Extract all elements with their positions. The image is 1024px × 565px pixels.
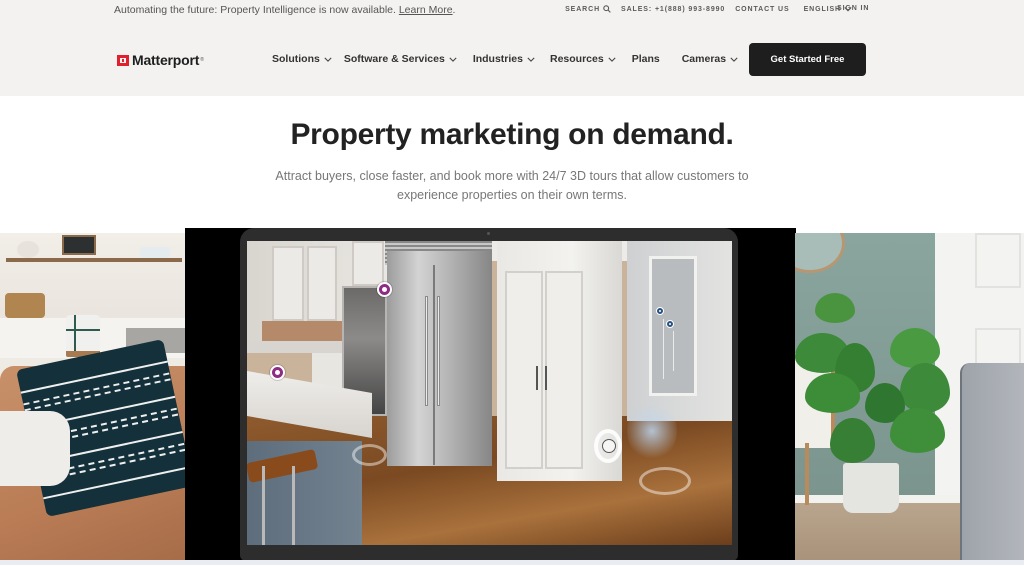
- tag-hotspot[interactable]: [377, 282, 392, 297]
- announcement-banner: Automating the future: Property Intellig…: [114, 4, 455, 16]
- nav-label: Cameras: [681, 53, 727, 65]
- chevron-down-icon: [324, 57, 332, 62]
- leaf: [890, 408, 945, 453]
- floor-reflection: [627, 401, 677, 461]
- navigation-point[interactable]: [352, 444, 387, 466]
- utility-bar: Automating the future: Property Intellig…: [0, 0, 1024, 20]
- registered-mark: ®: [200, 57, 204, 63]
- knit-throw: [0, 411, 70, 486]
- vase: [17, 241, 39, 258]
- nav-item-software-services[interactable]: Software & Services: [344, 53, 457, 65]
- pantry-handle: [536, 366, 538, 390]
- leaf: [815, 293, 855, 323]
- tag-hotspot[interactable]: [666, 320, 674, 328]
- pitcher: [66, 315, 100, 357]
- leaf: [890, 328, 940, 368]
- plant-room-image: [795, 233, 1024, 562]
- main-header: Matterport ® Solutions Software & Service…: [0, 20, 1024, 96]
- cabinet-door: [352, 241, 384, 286]
- search-label: SEARCH: [565, 5, 601, 13]
- hotspot-stem: [673, 331, 674, 371]
- pantry-door: [545, 271, 583, 469]
- chevron-down-icon: [449, 57, 457, 62]
- nav-item-resources[interactable]: Resources: [550, 53, 616, 65]
- get-started-free-button[interactable]: Get Started Free: [749, 43, 866, 76]
- door-panel: [975, 233, 1021, 288]
- tag-hotspot[interactable]: [656, 307, 664, 315]
- nav-item-plans[interactable]: Plans: [632, 53, 660, 65]
- fridge-handle: [425, 296, 428, 406]
- cabinet-door: [272, 246, 304, 321]
- cabinet-door: [307, 246, 337, 321]
- table-leg: [805, 443, 809, 505]
- utility-links: SEARCH SALES: +1(888) 993-8990 CONTACT U…: [565, 5, 866, 13]
- living-room-image: [0, 233, 186, 562]
- chevron-down-icon: [730, 57, 738, 62]
- search-icon: [603, 5, 611, 13]
- nav-item-solutions[interactable]: Solutions: [272, 53, 332, 65]
- page-bottom-edge: [0, 560, 1024, 565]
- wood-shelf: [6, 258, 182, 262]
- brand-name: Matterport: [132, 52, 200, 68]
- navigation-point[interactable]: [639, 467, 691, 495]
- tag-hotspot[interactable]: [270, 365, 285, 380]
- leaf: [830, 418, 875, 463]
- nav-item-cameras[interactable]: Cameras: [682, 53, 738, 65]
- fridge-handle: [437, 296, 440, 406]
- learn-more-link[interactable]: Learn More: [399, 4, 453, 16]
- chevron-down-icon: [608, 57, 616, 62]
- nav-label: Resources: [550, 53, 604, 65]
- bowl: [140, 247, 170, 258]
- matterport-logo[interactable]: Matterport ®: [117, 52, 204, 68]
- contact-us-link[interactable]: CONTACT US: [735, 6, 789, 13]
- picture-frame: [62, 235, 96, 255]
- nav-item-industries[interactable]: Industries: [473, 53, 535, 65]
- stool-leg: [292, 466, 295, 545]
- announcement-text: Automating the future: Property Intellig…: [114, 4, 396, 16]
- search-button[interactable]: SEARCH: [565, 5, 611, 13]
- bread-basket: [5, 293, 45, 318]
- hero-subtitle: Attract buyers, close faster, and book m…: [275, 169, 749, 202]
- hero-title: Property marketing on demand.: [290, 118, 734, 151]
- grey-armchair: [960, 363, 1024, 562]
- laptop-camera: [487, 232, 490, 235]
- plant-pot: [843, 463, 899, 513]
- nav-label: Industries: [472, 53, 523, 65]
- nav-label: Plans: [631, 53, 660, 65]
- navigation-cursor[interactable]: [594, 429, 622, 463]
- nav-label: Software & Services: [343, 53, 445, 65]
- primary-nav: Solutions Software & Services Industries…: [272, 53, 738, 65]
- chevron-down-icon: [527, 57, 535, 62]
- leaf: [805, 373, 860, 413]
- 3d-tour-viewer[interactable]: [247, 241, 732, 545]
- hotspot-stem: [663, 319, 664, 379]
- stool-leg: [262, 466, 265, 545]
- announcement-suffix: .: [452, 4, 456, 16]
- matterport-logo-icon: [117, 54, 129, 66]
- fridge-split: [433, 265, 435, 465]
- sales-phone-link[interactable]: SALES: +1(888) 993-8990: [621, 6, 725, 13]
- nav-label: Solutions: [272, 53, 320, 65]
- language-label: ENGLISH: [803, 5, 841, 13]
- pantry-handle: [545, 366, 547, 390]
- sign-in-link[interactable]: SIGN IN: [837, 5, 869, 12]
